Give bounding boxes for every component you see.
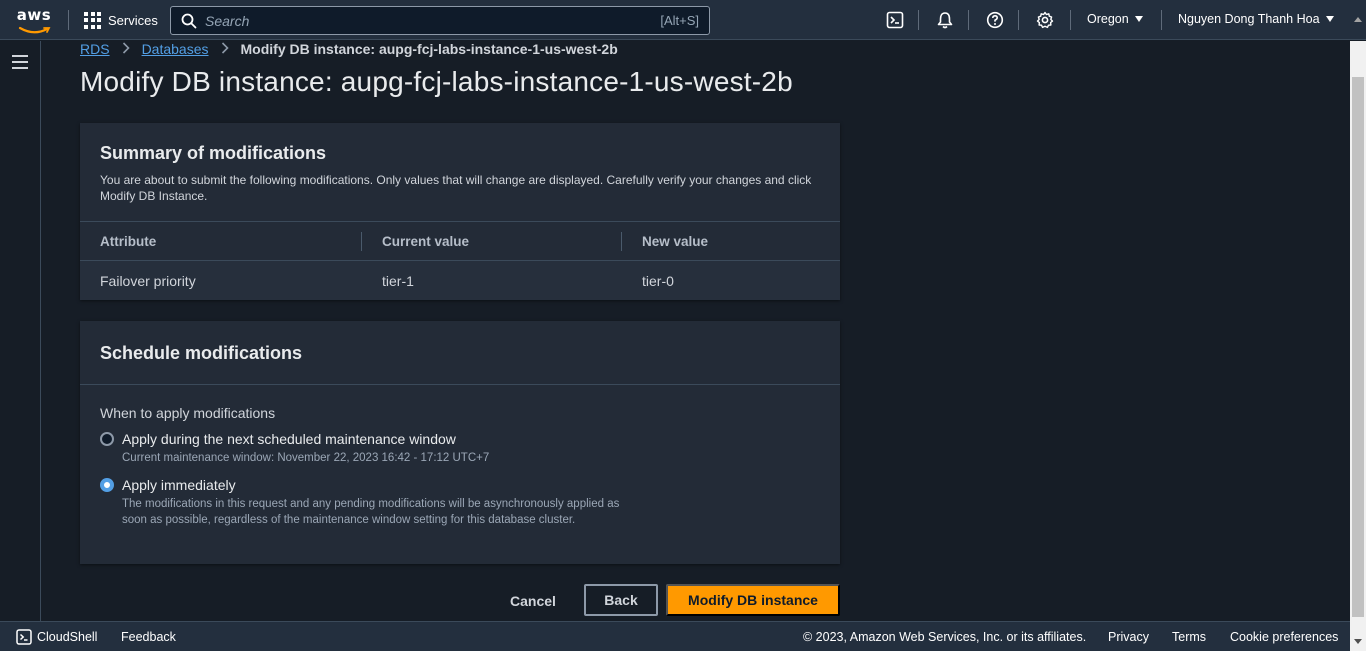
nav-divider <box>1018 10 1019 30</box>
cell-current-value: tier-1 <box>382 273 414 289</box>
help-icon[interactable] <box>985 10 1005 30</box>
radio-apply-immediately-label[interactable]: Apply immediately <box>122 477 236 493</box>
summary-of-modifications-panel: Summary of modifications You are about t… <box>80 123 840 300</box>
column-header-attribute: Attribute <box>100 234 157 249</box>
caret-down-icon <box>1134 16 1143 22</box>
nav-divider <box>68 10 69 30</box>
user-name: Nguyen Dong Thanh Hoa <box>1178 12 1320 26</box>
summary-description: You are about to submit the following mo… <box>100 173 812 203</box>
cell-new-value: tier-0 <box>642 273 674 289</box>
back-button[interactable]: Back <box>584 584 658 616</box>
chevron-right-icon <box>122 41 130 57</box>
schedule-title: Schedule modifications <box>100 343 303 363</box>
chevron-right-icon <box>221 41 229 57</box>
aws-logo-text: aws <box>16 6 52 24</box>
search-icon <box>181 13 197 28</box>
search-shortcut: [Alt+S] <box>660 13 699 28</box>
aws-logo[interactable]: aws <box>14 6 54 34</box>
breadcrumb: RDS Databases Modify DB instance: aupg-f… <box>80 40 618 58</box>
scroll-up-arrow-icon[interactable] <box>1354 17 1362 22</box>
nav-divider <box>1161 10 1162 30</box>
when-to-apply-label: When to apply modifications <box>100 405 276 421</box>
column-header-new-value: New value <box>642 234 709 249</box>
scroll-down-arrow-icon[interactable] <box>1354 639 1362 644</box>
search-input[interactable]: Search [Alt+S] <box>170 6 710 35</box>
feedback-link[interactable]: Feedback <box>121 630 176 644</box>
menu-hamburger-icon[interactable] <box>12 55 28 69</box>
footer: CloudShell Feedback © 2023, Amazon Web S… <box>0 621 1350 651</box>
region-selector[interactable]: Oregon <box>1087 12 1143 26</box>
cookie-preferences-link[interactable]: Cookie preferences <box>1230 630 1338 644</box>
account-menu[interactable]: Nguyen Dong Thanh Hoa <box>1178 12 1334 26</box>
column-divider <box>621 232 622 251</box>
schedule-modifications-panel: Schedule modifications When to apply mod… <box>80 321 840 564</box>
column-divider <box>361 232 362 251</box>
settings-gear-icon[interactable] <box>1035 10 1055 30</box>
column-header-current-value: Current value <box>382 234 470 249</box>
aws-smile-icon <box>18 26 51 34</box>
radio-maintenance-window[interactable] <box>100 432 114 446</box>
cancel-button[interactable]: Cancel <box>498 585 568 616</box>
breadcrumb-rds[interactable]: RDS <box>80 41 110 57</box>
page-title: Modify DB instance: aupg-fcj-labs-instan… <box>80 66 793 97</box>
table-header: Attribute Current value New value <box>80 221 840 261</box>
region-label: Oregon <box>1087 12 1129 26</box>
breadcrumb-databases[interactable]: Databases <box>142 41 209 57</box>
nav-divider <box>968 10 969 30</box>
services-grid-icon <box>84 11 101 29</box>
privacy-link[interactable]: Privacy <box>1108 630 1149 644</box>
scrollbar-thumb[interactable] <box>1352 77 1364 617</box>
nav-divider <box>1070 10 1071 30</box>
summary-title: Summary of modifications <box>100 143 327 163</box>
cloudshell-link[interactable]: CloudShell <box>37 630 97 644</box>
terms-link[interactable]: Terms <box>1172 630 1206 644</box>
notifications-bell-icon[interactable] <box>935 10 955 30</box>
divider <box>80 384 840 385</box>
caret-down-icon <box>1325 16 1334 22</box>
nav-divider <box>918 10 919 30</box>
top-navigation: aws Services Search [Alt+S] Oregon Nguye… <box>0 0 1366 40</box>
table-row: Failover priority tier-1 tier-0 <box>80 260 840 300</box>
breadcrumb-current: Modify DB instance: aupg-fcj-labs-instan… <box>240 41 618 57</box>
cell-attribute: Failover priority <box>100 273 196 289</box>
cloudshell-icon[interactable] <box>885 10 905 30</box>
services-menu-button[interactable]: Services <box>84 10 158 30</box>
radio-apply-immediately[interactable] <box>100 478 114 492</box>
services-label: Services <box>108 12 158 28</box>
radio-maintenance-window-label[interactable]: Apply during the next scheduled maintena… <box>122 431 456 447</box>
page-scrollbar[interactable] <box>1350 17 1366 651</box>
apply-immediately-description: The modifications in this request and an… <box>122 498 620 526</box>
maintenance-window-description: Current maintenance window: November 22,… <box>122 452 490 464</box>
side-navigation-rail <box>0 41 41 621</box>
cloudshell-footer-icon[interactable] <box>16 629 32 645</box>
copyright-text: © 2023, Amazon Web Services, Inc. or its… <box>803 630 1087 644</box>
modify-db-instance-button[interactable]: Modify DB instance <box>666 584 840 616</box>
search-placeholder: Search <box>205 12 250 29</box>
